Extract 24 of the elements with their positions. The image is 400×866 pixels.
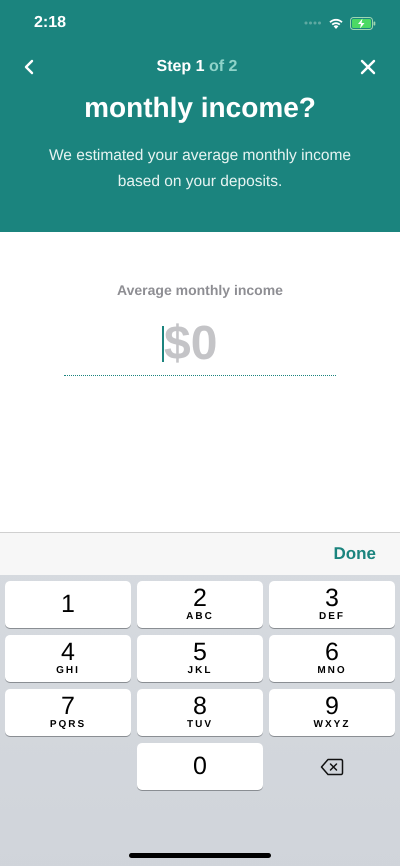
text-cursor [162,326,164,362]
keypad-key[interactable]: 7 PQRS [5,689,131,736]
battery-charging-icon [350,16,376,30]
status-time: 2:18 [34,14,66,32]
close-icon [360,59,376,75]
page-subtitle: We estimated your average monthly income based on your deposits. [48,146,352,192]
keypad-key[interactable]: 5 JKL [137,635,263,682]
step-indicator: Step 1 of 2 [156,58,238,76]
keypad-key[interactable]: 1 [5,581,131,628]
keypad-key[interactable]: 2 ABC [137,581,263,628]
amount-input[interactable]: $0 [164,316,238,371]
keypad-key[interactable]: 4 GHI [5,635,131,682]
keypad-key[interactable]: 9 WXYZ [269,689,395,736]
page-title: monthly income? [83,91,317,125]
backspace-icon [320,758,344,776]
keypad-key[interactable]: 0 [137,743,263,790]
field-label: Average monthly income [117,282,283,298]
done-button[interactable]: Done [330,540,380,568]
wifi-icon [328,17,344,29]
keypad-key[interactable]: 6 MNO [269,635,395,682]
signal-icon [304,21,322,25]
keypad-key[interactable]: 3 DEF [269,581,395,628]
chevron-left-icon [24,59,34,75]
keypad-key[interactable]: 8 TUV [137,689,263,736]
